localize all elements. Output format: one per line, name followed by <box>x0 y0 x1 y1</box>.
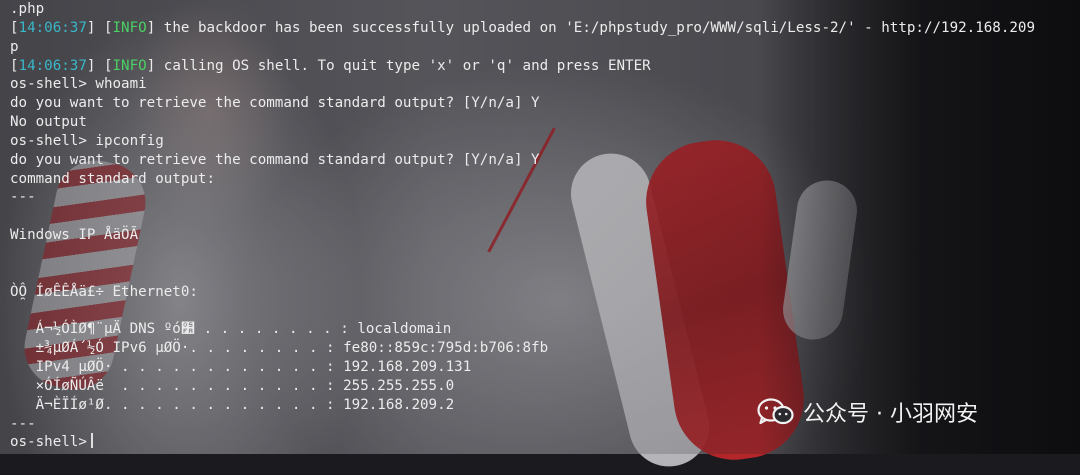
line-text: .php <box>10 1 45 17</box>
log-level: INFO <box>112 57 147 74</box>
line-text: the backdoor has been successfully uploa… <box>155 19 1036 36</box>
line-text: p <box>10 38 19 55</box>
terminal-line: ÒÔ̯ ÍøÊÊÅä£÷ Ethernet0: <box>10 283 1080 302</box>
terminal-line: do you want to retrieve the command stan… <box>10 94 1080 113</box>
prompt-line[interactable]: os-shell> <box>10 433 1080 452</box>
terminal-line: p <box>10 38 1080 57</box>
terminal-line: do you want to retrieve the command stan… <box>10 151 1080 170</box>
line-text: ×ÓÍøÑÚÂë . . . . . . . . . . . . : 255.2… <box>10 377 455 394</box>
terminal-line: os-shell> ipconfig <box>10 132 1080 151</box>
line-text: IPv4 µØÖ· . . . . . . . . . . . . : 192.… <box>10 359 472 376</box>
bracket: ] [ <box>86 19 113 36</box>
bracket: ] <box>146 57 156 74</box>
bracket: [ <box>10 57 19 74</box>
terminal-line: command standard output: <box>10 170 1080 189</box>
line-text: os-shell> whoami <box>10 76 147 93</box>
line-text: calling OS shell. To quit type 'x' or 'q… <box>155 57 651 74</box>
terminal-line: ×ÓÍøÑÚÂë . . . . . . . . . . . . : 255.2… <box>10 377 1080 396</box>
watermark: 公众号 · 小羽网安 <box>757 397 978 427</box>
terminal-line: No output <box>10 113 1080 132</box>
line-text: os-shell> ipconfig <box>10 132 164 149</box>
log-timestamp: 14:06:37 <box>18 19 87 36</box>
terminal-line: [14:06:37] [INFO] the backdoor has been … <box>10 19 1080 38</box>
terminal-line: [14:06:37] [INFO] calling OS shell. To q… <box>10 57 1080 76</box>
bracket: ] [ <box>86 57 113 74</box>
line-text: No output <box>10 114 87 131</box>
bracket: ] <box>146 19 156 36</box>
line-text: Ä¬ÈÏÍø¹Ø. . . . . . . . . . . . . : 192.… <box>10 396 455 413</box>
line-text: Á¬½ÓÌØ¶¨µÄ DNS ºó׺ . . . . . . . . : loc… <box>10 321 452 338</box>
bracket: [ <box>10 19 19 36</box>
line-text: --- <box>10 415 36 432</box>
line-text: do you want to retrieve the command stan… <box>10 95 540 112</box>
line-text: Windows IP ÅäÖÃ <box>10 227 139 244</box>
line-text: --- <box>10 189 36 206</box>
terminal-line: ±¾µØÁ´½Ó IPv6 µØÖ·. . . . . . . . : fe80… <box>10 339 1080 358</box>
log-timestamp: 14:06:37 <box>18 57 87 74</box>
line-text: do you want to retrieve the command stan… <box>10 151 540 168</box>
wechat-icon <box>757 398 794 425</box>
shell-prompt: os-shell> <box>10 434 87 451</box>
terminal-line: Á¬½ÓÌØ¶¨µÄ DNS ºó׺ . . . . . . . . : loc… <box>10 320 1080 339</box>
text-cursor[interactable] <box>90 433 93 449</box>
terminal-output[interactable]: .php [14:06:37] [INFO] the backdoor has b… <box>10 0 1080 452</box>
terminal-line: os-shell> whoami <box>10 75 1080 94</box>
terminal-line: .php <box>10 0 1080 19</box>
terminal-line: IPv4 µØÖ· . . . . . . . . . . . . : 192.… <box>10 358 1080 377</box>
log-level: INFO <box>112 19 147 36</box>
line-text: ±¾µØÁ´½Ó IPv6 µØÖ·. . . . . . . . : fe80… <box>10 340 549 357</box>
line-text: command standard output: <box>10 170 215 187</box>
terminal-line: --- <box>10 188 1080 207</box>
line-text: ÒÔ̯ ÍøÊÊÅä£÷ Ethernet0: <box>10 283 198 300</box>
watermark-text: 公众号 · 小羽网安 <box>803 402 978 427</box>
terminal-line: Windows IP ÅäÖÃ <box>10 226 1080 245</box>
